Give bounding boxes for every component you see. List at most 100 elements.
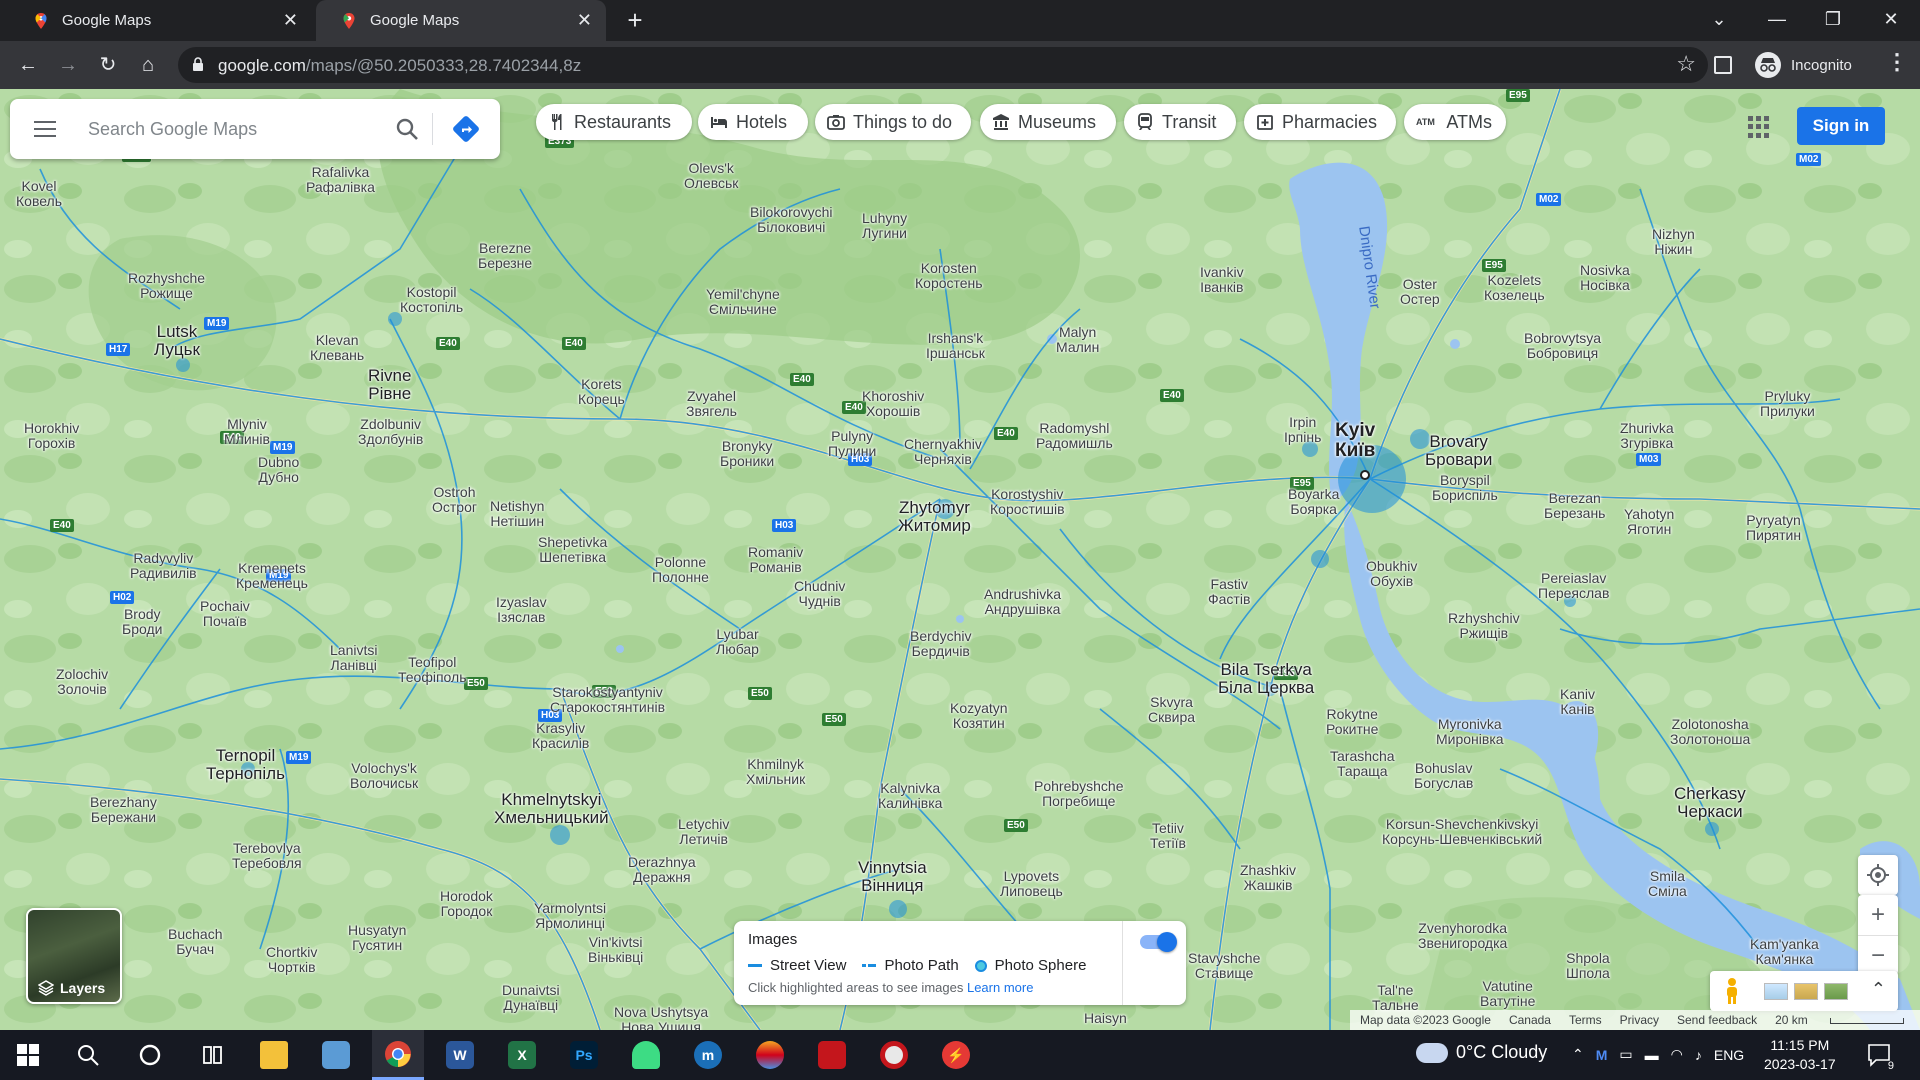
town-label[interactable]: Romaniv Романів (748, 545, 803, 574)
town-label[interactable]: Rzhyshchiv Ржищів (1448, 611, 1520, 640)
town-label[interactable]: Chortkiv Чортків (266, 945, 317, 974)
side-panel-icon[interactable] (1714, 56, 1732, 74)
chip-pharmacies[interactable]: Pharmacies (1244, 104, 1396, 140)
chip-things-to-do[interactable]: Things to do (815, 104, 971, 140)
town-label[interactable]: Rafalivka Рафалівка (306, 165, 375, 194)
home-icon[interactable]: ⌂ (132, 49, 164, 81)
chip-restaurants[interactable]: Restaurants (536, 104, 692, 140)
city-label[interactable]: Brovary Бровари (1425, 433, 1492, 469)
city-label[interactable]: Khmelnytskyi Хмельницький (494, 791, 609, 827)
city-label[interactable]: Vinnytsia Вінниця (858, 859, 927, 895)
town-label[interactable]: Bobrovytsya Бобровиця (1524, 331, 1601, 360)
taskbar-app-power[interactable]: ⚡ (930, 1030, 982, 1080)
address-bar[interactable]: google.com/maps/@50.2050333,28.7402344,8… (178, 47, 1708, 83)
town-label[interactable]: Kaniv Канів (1560, 687, 1595, 716)
town-label[interactable]: Haisyn (1084, 1011, 1127, 1026)
town-label[interactable]: Kam'yanka Кам'янка (1750, 937, 1819, 966)
town-label[interactable]: Zvyahel Звягель (686, 389, 737, 418)
town-label[interactable]: Pyryatyn Пирятин (1746, 513, 1801, 542)
town-label[interactable]: Khoroshiv Хорошів (862, 389, 924, 418)
wifi-icon[interactable]: ◠ (1671, 1046, 1683, 1063)
map-type-thumb-default[interactable] (1764, 983, 1788, 1000)
town-label[interactable]: Pohrebyshche Погребище (1034, 779, 1124, 808)
town-label[interactable]: Derazhnya Деражня (628, 855, 696, 884)
town-label[interactable]: Volochys'k Волочиськ (350, 761, 418, 790)
city-label[interactable]: Zhytomyr Житомир (898, 499, 971, 535)
town-label[interactable]: Pulyny Пулини (828, 429, 876, 458)
town-label[interactable]: Zhashkiv Жашків (1240, 863, 1296, 892)
town-label[interactable]: Bohuslav Богуслав (1414, 761, 1473, 790)
taskbar-app-red[interactable] (806, 1030, 858, 1080)
town-label[interactable]: Klevan Клевань (310, 333, 364, 362)
pegman-icon[interactable] (1724, 977, 1740, 1005)
town-label[interactable]: Izyaslav Ізяслав (496, 595, 547, 624)
taskbar-app-word[interactable]: W (434, 1030, 486, 1080)
town-label[interactable]: Khmilnyk Хмільник (746, 757, 805, 786)
town-label[interactable]: Korsun-Shevchenkivskyi Корсунь-Шевченківс… (1382, 817, 1542, 846)
town-label[interactable]: Olevs'k Олевськ (684, 161, 738, 190)
town-label[interactable]: Pryluky Прилуки (1760, 389, 1815, 418)
town-label[interactable]: Berezan Березань (1544, 491, 1605, 520)
town-label[interactable]: Polonne Полонне (652, 555, 709, 584)
taskbar-app-photoshop[interactable]: Ps (558, 1030, 610, 1080)
town-label[interactable]: Kovel Ковель (16, 179, 62, 208)
taskbar-app-mo[interactable]: m (682, 1030, 734, 1080)
notification-center-button[interactable]: 9 (1866, 1042, 1894, 1072)
town-label[interactable]: Tal'ne Тальне (1372, 983, 1419, 1012)
images-toggle-switch[interactable] (1140, 932, 1177, 952)
directions-icon[interactable] (451, 114, 481, 144)
chip-transit[interactable]: Transit (1124, 104, 1236, 140)
town-label[interactable]: Myronivka Миронівка (1436, 717, 1504, 746)
tab-google-maps-1[interactable]: Google Maps ✕ (8, 0, 312, 41)
close-window-button[interactable]: ✕ (1866, 0, 1916, 41)
city-label[interactable]: Bila Tserkva Біла Церква (1218, 661, 1314, 697)
town-label[interactable]: Teofipol Теофіполь (398, 655, 467, 684)
town-label[interactable]: Starokostyantyniv Старокостянтинів (550, 685, 665, 714)
start-button[interactable] (2, 1030, 54, 1080)
town-label[interactable]: Shepetivka Шепетівка (538, 535, 607, 564)
town-label[interactable]: Kozyatyn Козятин (950, 701, 1008, 730)
town-label[interactable]: Berdychiv Бердичів (910, 629, 971, 658)
town-label[interactable]: Rokytne Рокитне (1326, 707, 1378, 736)
town-label[interactable]: Korostyshiv Коростишів (990, 487, 1065, 516)
town-label[interactable]: Korosten Коростень (915, 261, 983, 290)
town-label[interactable]: Letychiv Летичів (678, 817, 729, 846)
footer-terms-link[interactable]: Terms (1569, 1013, 1602, 1027)
town-label[interactable]: Oster Остер (1400, 277, 1440, 306)
town-label[interactable]: Zolotonosha Золотоноша (1670, 717, 1750, 746)
town-label[interactable]: Yemil'chyne Ємільчине (706, 287, 780, 316)
clock[interactable]: 11:15 PM 2023-03-17 (1764, 1036, 1836, 1074)
learn-more-link[interactable]: Learn more (967, 980, 1033, 995)
reload-icon[interactable]: ↻ (92, 49, 124, 81)
town-label[interactable]: Zhurivka Згурівка (1620, 421, 1674, 450)
taskbar-app-control-panel[interactable] (310, 1030, 362, 1080)
town-label[interactable]: Vin'kivtsi Віньківці (588, 935, 643, 964)
minimize-button[interactable]: — (1752, 0, 1802, 41)
town-label[interactable]: Horodok Городок (440, 889, 493, 918)
scale-label[interactable]: 20 km (1775, 1013, 1904, 1027)
city-label[interactable]: Cherkasy Черкаси (1674, 785, 1746, 821)
town-label[interactable]: Lypovets Липовець (1000, 869, 1063, 898)
town-label[interactable]: Zolochiv Золочів (56, 667, 108, 696)
footer-feedback-link[interactable]: Send feedback (1677, 1013, 1757, 1027)
restore-button[interactable]: ❐ (1808, 0, 1858, 41)
town-label[interactable]: Krasyliv Красилів (532, 721, 589, 750)
city-label[interactable]: Rivne Рівне (368, 367, 411, 403)
bookmark-star-icon[interactable]: ☆ (1676, 51, 1696, 77)
town-label[interactable]: Berezne Березне (478, 241, 532, 270)
mail-icon[interactable]: M (1596, 1047, 1608, 1063)
town-label[interactable]: Dubno Дубно (258, 455, 299, 484)
chevron-up-icon[interactable]: ⌃ (1871, 979, 1886, 1000)
sign-in-button[interactable]: Sign in (1797, 107, 1885, 145)
town-label[interactable]: Skvyra Сквира (1148, 695, 1195, 724)
map-type-thumb-satellite[interactable] (1824, 983, 1848, 1000)
town-label[interactable]: Nosivka Носівка (1580, 263, 1630, 292)
town-label[interactable]: Yahotyn Яготин (1624, 507, 1674, 536)
town-label[interactable]: Berezhany Бережани (90, 795, 157, 824)
volume-icon[interactable]: ♪ (1695, 1047, 1702, 1063)
town-label[interactable]: Yarmolyntsi Ярмолинці (534, 901, 606, 930)
chevron-up-icon[interactable]: ⌃ (1572, 1046, 1584, 1063)
taskbar-app-file-explorer[interactable] (248, 1030, 300, 1080)
taskbar-app-excel[interactable]: X (496, 1030, 548, 1080)
tab-google-maps-2[interactable]: Google Maps ✕ (316, 0, 606, 41)
